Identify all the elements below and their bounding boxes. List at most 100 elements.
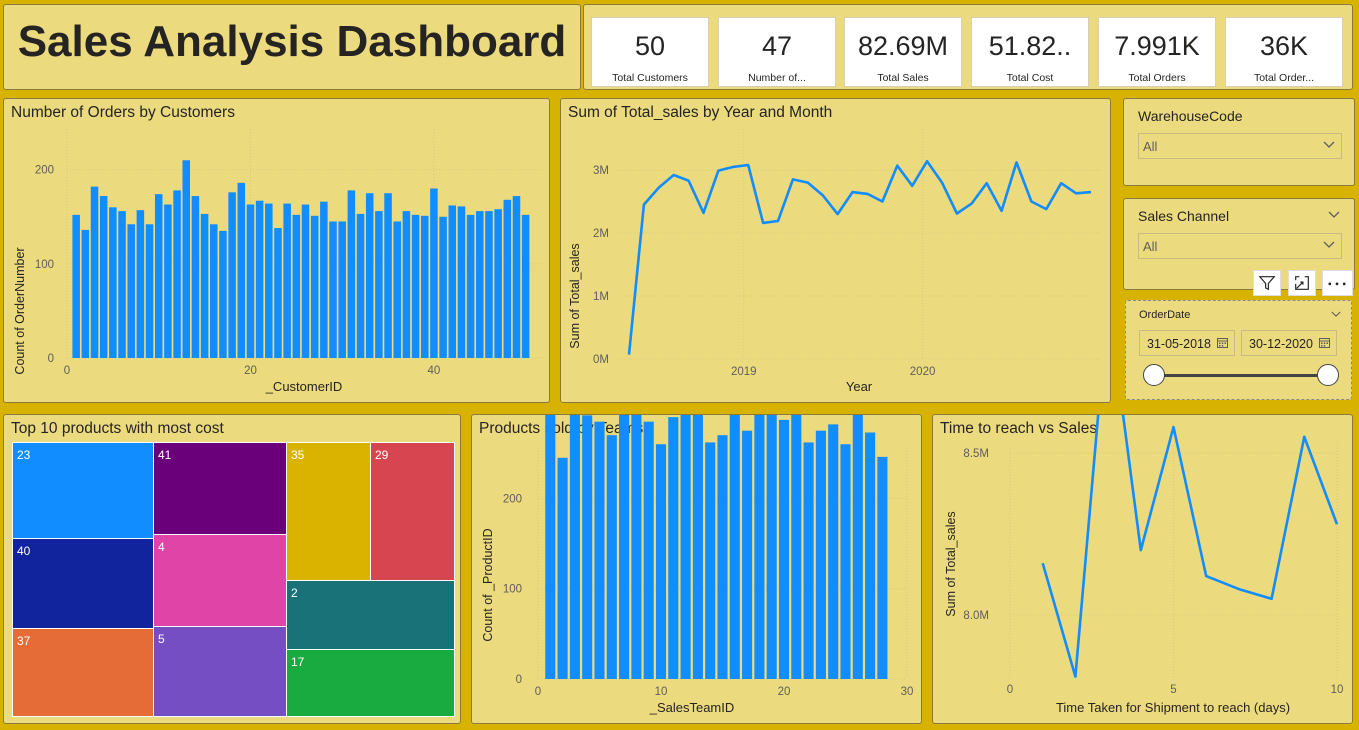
bar [136, 210, 145, 358]
bar [118, 211, 126, 358]
kpi-card-total-order-quantity[interactable]: 36K Total Order... [1225, 17, 1343, 87]
y-tick-label: 200 [503, 493, 522, 505]
top-products-treemap[interactable]: Top 10 products with most cost 23 40 37 … [3, 414, 461, 724]
series-line [1041, 415, 1339, 678]
time-to-reach-chart[interactable]: Time to reach vs Sales 8.0M8.5M9.0M0510 … [932, 414, 1353, 724]
chevron-down-icon[interactable] [1331, 311, 1341, 318]
bar [347, 190, 356, 358]
kpi-card-number-of[interactable]: 47 Number of... [718, 17, 836, 87]
bar [365, 193, 374, 358]
treemap-cell[interactable]: 40 [12, 538, 154, 629]
kpi-label: Total Customers [612, 72, 688, 84]
y-tick-label: 200 [35, 165, 54, 177]
kpi-card-total-customers[interactable]: 50 Total Customers [591, 17, 709, 87]
bar [557, 457, 568, 679]
start-date-input[interactable]: 31-05-2018 [1139, 330, 1235, 356]
treemap-label: 29 [375, 448, 389, 462]
bar [430, 188, 438, 358]
bar [791, 415, 802, 679]
slicer-title: OrderDate [1139, 309, 1191, 321]
y-tick-label: 100 [503, 584, 522, 596]
kpi-label: Total Sales [877, 72, 929, 84]
bar [766, 415, 777, 679]
treemap-cell[interactable]: 4 [153, 534, 287, 627]
x-tick-label: 5 [1170, 684, 1176, 696]
treemap-cell[interactable]: 23 [12, 442, 154, 539]
bar [569, 415, 580, 679]
chevron-down-icon[interactable] [1328, 211, 1340, 219]
focus-mode-icon [1295, 276, 1309, 290]
y-tick-label: 0 [516, 674, 522, 686]
x-tick-label: 10 [655, 686, 668, 698]
treemap-label: 40 [17, 544, 31, 558]
treemap-label: 5 [158, 632, 165, 646]
bar [865, 432, 876, 679]
treemap-cell[interactable]: 37 [12, 628, 154, 717]
more-options-button[interactable] [1322, 270, 1353, 296]
series-line [627, 159, 1092, 355]
bar [255, 200, 264, 358]
treemap-cell[interactable]: 2 [286, 580, 455, 650]
bar [127, 224, 135, 358]
bar [182, 160, 191, 358]
kpi-value: 36K [1259, 31, 1309, 61]
kpi-card-total-sales[interactable]: 82.69M Total Sales [844, 17, 962, 87]
products-by-teams-chart[interactable]: Products sold by Teams 01002003000102030… [471, 414, 922, 724]
bar [375, 211, 383, 358]
orderdate-slicer[interactable]: OrderDate 31-05-2018 30-12-2020 [1125, 300, 1352, 400]
end-date-handle[interactable] [1317, 364, 1339, 386]
sales-channel-slicer[interactable]: Sales Channel All [1123, 198, 1355, 290]
kpi-card-total-cost[interactable]: 51.82.. Total Cost [971, 17, 1089, 87]
start-date-value: 31-05-2018 [1147, 337, 1211, 351]
warehouse-slicer[interactable]: WarehouseCode All [1123, 98, 1355, 186]
treemap-label: 37 [17, 634, 31, 648]
treemap-cell[interactable]: 41 [153, 442, 287, 535]
y-tick-label: 8.0M [963, 610, 989, 622]
y-tick-label: 0M [593, 354, 609, 366]
bar [320, 201, 328, 358]
treemap-cell[interactable]: 17 [286, 649, 455, 717]
treemap-label: 2 [291, 586, 298, 600]
treemap-label: 41 [158, 448, 172, 462]
bar [692, 415, 703, 679]
sales-channel-dropdown[interactable]: All [1138, 233, 1342, 259]
bar [457, 206, 466, 358]
bar [717, 435, 728, 679]
sales-line-chart: 0M 1M 2M 3M 2019 2020 [593, 129, 1101, 378]
bar [191, 196, 200, 358]
calendar-icon[interactable] [1319, 337, 1330, 348]
treemap-cell[interactable]: 5 [153, 626, 287, 717]
bar [99, 196, 108, 358]
treemap-label: 4 [158, 540, 165, 554]
bar [246, 204, 255, 358]
calendar-icon[interactable] [1217, 337, 1228, 348]
orders-by-customers-chart[interactable]: Number of Orders by Customers 0 100 200 0 20… [3, 98, 550, 403]
y-tick-label: 0 [48, 353, 54, 365]
orders-bar-chart: 0 100 200 0 20 40 [35, 129, 544, 377]
y-tick-label: 3M [593, 165, 609, 177]
sales-by-month-chart[interactable]: Sum of Total_sales by Year and Month 0M 1… [560, 98, 1111, 403]
warehouse-dropdown[interactable]: All [1138, 133, 1342, 159]
bar [109, 207, 117, 358]
x-tick-label: 40 [428, 365, 441, 377]
start-date-handle[interactable] [1143, 364, 1165, 386]
bar [594, 421, 605, 679]
bar [329, 221, 337, 358]
filter-button[interactable] [1253, 270, 1281, 296]
chevron-down-icon [1323, 141, 1335, 148]
bar [545, 415, 556, 679]
bar [803, 442, 814, 679]
treemap-label: 35 [291, 448, 305, 462]
kpi-card-total-orders[interactable]: 7.991K Total Orders [1098, 17, 1216, 87]
treemap-cell[interactable]: 29 [370, 442, 455, 581]
x-tick-label: 10 [1331, 684, 1344, 696]
treemap-cell[interactable]: 35 [286, 442, 371, 581]
reach-line-chart: 8.0M8.5M9.0M0510 [963, 415, 1344, 696]
kpi-value: 50 [634, 31, 666, 61]
kpi-label: Total Order... [1253, 72, 1315, 84]
x-axis-title: Time Taken for Shipment to reach (days) [1055, 700, 1291, 715]
bar [815, 430, 826, 679]
end-date-input[interactable]: 30-12-2020 [1241, 330, 1337, 356]
bar [338, 221, 346, 358]
focus-mode-button[interactable] [1288, 270, 1316, 296]
